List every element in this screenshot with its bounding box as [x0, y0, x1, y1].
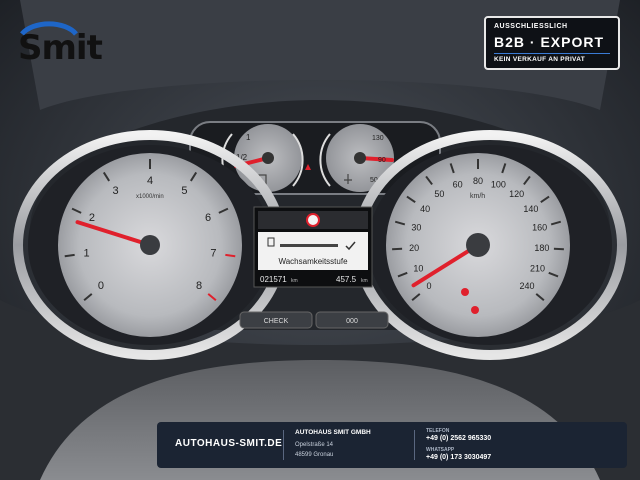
tacho-tick-label: 7 [210, 247, 216, 259]
tacho-tick-label: 4 [147, 175, 153, 187]
tacho-unit: x1000/min [136, 194, 164, 200]
trip-value: 457.5 [336, 275, 357, 284]
badge-divider [494, 53, 610, 54]
tacho-hub [140, 235, 160, 255]
temp-tick-label: 130 [372, 135, 384, 142]
tacho-tick-label: 3 [113, 185, 119, 197]
odometer-unit: km [291, 278, 298, 284]
brake-warning-icon [461, 288, 469, 296]
website-link[interactable]: AUTOHAUS-SMIT.DE [175, 438, 282, 449]
tacho-tick [64, 253, 75, 258]
speedo-tick-label: 40 [420, 204, 430, 214]
speedo-tick-label: 100 [491, 179, 506, 189]
street-address: Opelstraße 14 [295, 442, 334, 448]
tacho-tick-label: 0 [98, 280, 104, 292]
trip-unit: km [361, 278, 368, 284]
dealer-footer: AUTOHAUS-SMIT.DE AUTOHAUS SMIT GMBH Opel… [157, 422, 627, 468]
temp-tick-label: 90 [378, 157, 386, 164]
footer-divider [414, 430, 415, 460]
phone-label: TELEFON [426, 428, 450, 434]
reset-button-label: 000 [346, 318, 358, 325]
speedo-hub [466, 233, 490, 257]
speedo-tick-label: 30 [411, 223, 421, 233]
tacho-tick-label: 1 [83, 247, 89, 259]
speedo-tick-label: 140 [523, 204, 538, 214]
badge-line3: KEIN VERKAUF AN PRIVAT [494, 56, 585, 63]
airbag-warning-icon [471, 306, 479, 314]
alert-icon [306, 213, 320, 227]
tacho-tick-label: 8 [196, 280, 202, 292]
tacho-tick [225, 253, 236, 258]
speedo-tick-label: 120 [509, 189, 524, 199]
speedo-tick-label: 20 [409, 243, 419, 253]
display-message: Wachsamkeitsstufe [278, 257, 348, 266]
alertness-bar [280, 244, 338, 247]
speedo-tick-label: 60 [453, 179, 463, 189]
odometer-value: 021571 [260, 275, 287, 284]
footer-divider [283, 430, 284, 460]
whatsapp-label: WHATSAPP [426, 447, 455, 453]
speedo-tick-label: 160 [532, 223, 547, 233]
speedo-tick-label: 240 [520, 281, 535, 291]
company-name: AUTOHAUS SMIT GMBH [295, 429, 371, 436]
speedo-tick-label: 80 [473, 176, 483, 186]
b2b-export-badge: AUSSCHLIESSLICH B2B · EXPORT KEIN VERKAU… [484, 16, 620, 70]
tacho-tick-label: 2 [89, 212, 95, 224]
tacho-tick-label: 6 [205, 212, 211, 224]
phone-number[interactable]: +49 (0) 2562 965330 [426, 435, 491, 442]
speedo-tick-label: 0 [426, 281, 431, 291]
speedo-tick-label: 210 [530, 263, 545, 273]
speedo-tick-label: 10 [413, 263, 423, 273]
badge-line1: AUSSCHLIESSLICH [494, 23, 568, 30]
speedo-unit: km/h [470, 193, 485, 200]
dashboard-photo: 1/2 1 130 90 50 012345678 x1000/min 0102… [0, 0, 640, 480]
badge-line2: B2B · EXPORT [494, 34, 605, 50]
fuel-tick-label: 1 [246, 133, 251, 142]
logo-text: Smit [18, 28, 103, 68]
speedo-tick-label: 50 [434, 189, 444, 199]
city-address: 48599 Gronau [295, 452, 334, 458]
speedo-tick-label: 180 [534, 243, 549, 253]
whatsapp-number[interactable]: +49 (0) 173 3030497 [426, 454, 491, 461]
check-button-label: CHECK [264, 318, 289, 325]
tacho-tick-label: 5 [181, 185, 187, 197]
